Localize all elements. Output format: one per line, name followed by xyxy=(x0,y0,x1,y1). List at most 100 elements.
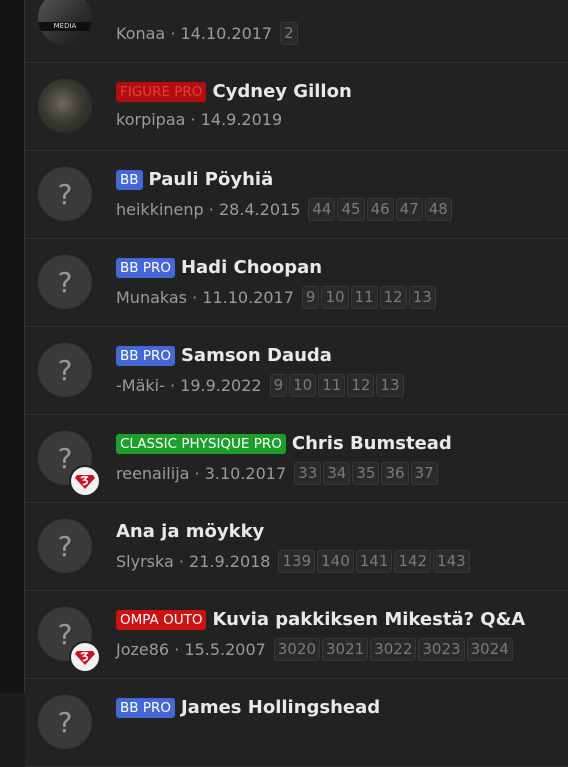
thread-meta: Munakas · 11.10.2017 9 10 11 12 13 xyxy=(116,286,438,309)
thread-title-line: BB PRO Samson Dauda xyxy=(116,345,332,366)
thread-date[interactable]: 19.9.2022 xyxy=(180,376,261,395)
page-link[interactable]: 11 xyxy=(318,374,346,397)
page-link[interactable]: 47 xyxy=(395,198,423,221)
superman-badge-icon xyxy=(69,465,101,497)
thread-row[interactable]: FIGURE PRO Cydney Gillon korpipaa · 14.9.2… xyxy=(25,63,568,151)
default-avatar-icon: ? xyxy=(57,353,73,387)
thread-title-line: CLASSIC PHYSIQUE PRO Chris Bumstead xyxy=(116,433,452,454)
thread-title-line: OMPA OUTO Kuvia pakkiksen Mikestä? Q&A xyxy=(116,609,525,630)
page-link[interactable]: 33 xyxy=(294,462,322,485)
page-link[interactable]: 46 xyxy=(366,198,394,221)
page-link[interactable]: 3022 xyxy=(370,638,417,661)
page-link[interactable]: 37 xyxy=(410,462,438,485)
thread-list: MEDIA Konaa · 14.10.2017 2 FIGURE PRO Cydney… xyxy=(25,0,568,767)
page-link[interactable]: 36 xyxy=(381,462,409,485)
thread-author[interactable]: reenailija xyxy=(116,464,189,483)
thread-title-line: Ana ja möykky xyxy=(116,521,264,542)
thread-row[interactable]: ? BB PRO Hadi Choopan Munakas · 11.10.2017 9… xyxy=(25,239,568,327)
page-link[interactable]: 13 xyxy=(408,286,436,309)
thread-title-link[interactable]: Samson Dauda xyxy=(181,345,332,366)
avatar[interactable]: ? xyxy=(38,343,92,397)
page-link[interactable]: 34 xyxy=(323,462,351,485)
avatar[interactable]: MEDIA xyxy=(38,0,92,45)
avatar[interactable] xyxy=(38,79,92,133)
thread-author[interactable]: korpipaa xyxy=(116,110,185,129)
thread-author[interactable]: Munakas xyxy=(116,288,187,307)
thread-row[interactable]: ? BB Pauli Pöyhiä heikkinenp · 28.4.2015 44 4… xyxy=(25,151,568,239)
thread-title-link[interactable]: Pauli Pöyhiä xyxy=(149,169,274,190)
page-link[interactable]: 2 xyxy=(280,22,298,45)
thread-author[interactable]: -Mäki- xyxy=(116,376,165,395)
meta-separator: · xyxy=(203,200,219,219)
thread-date[interactable]: 28.4.2015 xyxy=(219,200,300,219)
page-link[interactable]: 11 xyxy=(350,286,378,309)
avatar[interactable]: ? xyxy=(38,255,92,309)
thread-date[interactable]: 14.10.2017 xyxy=(181,24,273,43)
thread-date[interactable]: 11.10.2017 xyxy=(202,288,294,307)
avatar[interactable]: ? xyxy=(38,695,92,749)
page-link[interactable]: 12 xyxy=(379,286,407,309)
thread-row[interactable]: MEDIA Konaa · 14.10.2017 2 xyxy=(25,0,568,63)
page-link[interactable]: 142 xyxy=(394,550,432,573)
thread-prefix-badge[interactable]: OMPA OUTO xyxy=(116,609,207,630)
left-sidebar xyxy=(0,0,24,693)
superman-badge-icon xyxy=(69,641,101,673)
thread-row[interactable]: ? BB PRO Samson Dauda -Mäki- · 19.9.2022 9 10… xyxy=(25,327,568,415)
thread-title-link[interactable]: Kuvia pakkiksen Mikestä? Q&A xyxy=(212,609,525,630)
thread-title-link[interactable]: Ana ja möykky xyxy=(116,521,264,542)
page-link[interactable]: 143 xyxy=(433,550,470,573)
meta-separator: · xyxy=(187,288,203,307)
thread-date[interactable]: 21.9.2018 xyxy=(189,552,270,571)
page-link[interactable]: 35 xyxy=(352,462,380,485)
page-link[interactable]: 48 xyxy=(424,198,452,221)
default-avatar-icon: ? xyxy=(57,265,73,299)
thread-prefix-badge[interactable]: FIGURE PRO xyxy=(116,81,207,102)
page-jump-links: 3020 3021 3022 3023 3024 xyxy=(273,638,515,661)
thread-row[interactable]: ? BB PRO James Hollingshead xyxy=(25,679,568,767)
page-link[interactable]: 3024 xyxy=(466,638,513,661)
thread-meta: Slyrska · 21.9.2018 139 140 141 142 143 xyxy=(116,550,472,573)
thread-date[interactable]: 3.10.2017 xyxy=(205,464,286,483)
avatar[interactable]: ? xyxy=(38,167,92,221)
page-link[interactable]: 13 xyxy=(376,374,404,397)
thread-title-link[interactable]: James Hollingshead xyxy=(181,697,380,718)
page-link[interactable]: 3023 xyxy=(418,638,465,661)
page-link[interactable]: 139 xyxy=(278,550,316,573)
page-link[interactable]: 10 xyxy=(289,374,317,397)
thread-row[interactable]: ? OMPA OUTO Kuvia pakkiksen Mikestä? Q&A Jo… xyxy=(25,591,568,679)
thread-meta: korpipaa · 14.9.2019 xyxy=(116,110,282,129)
page-link[interactable]: 9 xyxy=(301,286,320,309)
thread-prefix-badge[interactable]: BB xyxy=(116,169,143,190)
thread-prefix-badge[interactable]: BB PRO xyxy=(116,697,175,718)
page-jump-links: 9 10 11 12 13 xyxy=(269,374,406,397)
page-link[interactable]: 10 xyxy=(321,286,349,309)
page-link[interactable]: 3020 xyxy=(273,638,320,661)
thread-title-link[interactable]: Cydney Gillon xyxy=(212,81,351,102)
thread-title-link[interactable]: Chris Bumstead xyxy=(292,433,452,454)
thread-row[interactable]: ? CLASSIC PHYSIQUE PRO Chris Bumstead reena… xyxy=(25,415,568,503)
thread-prefix-badge[interactable]: CLASSIC PHYSIQUE PRO xyxy=(116,433,286,454)
thread-author[interactable]: Konaa xyxy=(116,24,165,43)
thread-title-line: BB Pauli Pöyhiä xyxy=(116,169,273,190)
thread-author[interactable]: Slyrska xyxy=(116,552,174,571)
page-link[interactable]: 141 xyxy=(355,550,393,573)
thread-row[interactable]: ? Ana ja möykky Slyrska · 21.9.2018 139 140 1… xyxy=(25,503,568,591)
default-avatar-icon: ? xyxy=(57,177,73,211)
page-link[interactable]: 140 xyxy=(317,550,354,573)
page-link[interactable]: 12 xyxy=(347,374,375,397)
thread-date[interactable]: 14.9.2019 xyxy=(201,110,282,129)
meta-separator: · xyxy=(173,552,190,571)
thread-author[interactable]: Joze86 xyxy=(116,640,169,659)
default-avatar-icon: ? xyxy=(57,705,73,739)
default-avatar-icon: ? xyxy=(57,441,73,475)
avatar[interactable]: ? xyxy=(38,519,92,573)
thread-title-link[interactable]: Hadi Choopan xyxy=(181,257,322,278)
page-link[interactable]: 45 xyxy=(337,198,365,221)
page-link[interactable]: 44 xyxy=(308,198,336,221)
page-link[interactable]: 9 xyxy=(269,374,288,397)
thread-prefix-badge[interactable]: BB PRO xyxy=(116,345,175,366)
thread-date[interactable]: 15.5.2007 xyxy=(184,640,265,659)
thread-author[interactable]: heikkinenp xyxy=(116,200,204,219)
thread-prefix-badge[interactable]: BB PRO xyxy=(116,257,175,278)
page-link[interactable]: 3021 xyxy=(322,638,369,661)
